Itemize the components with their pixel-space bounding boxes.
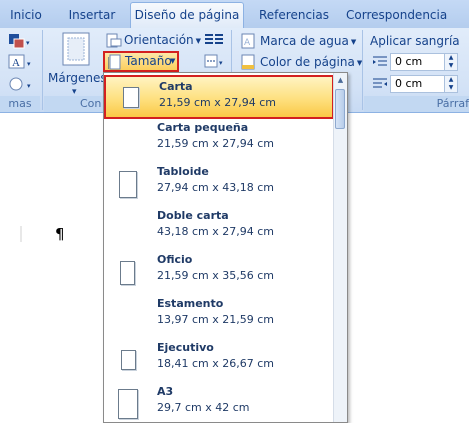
- scroll-up-icon[interactable]: ▲: [335, 74, 346, 86]
- tab-inicio[interactable]: Inicio: [6, 5, 46, 25]
- size-option-name: Oficio: [157, 253, 193, 266]
- group-label-parrafo: Párraf: [364, 96, 469, 112]
- size-option-oficio[interactable]: Oficio 21,59 cm x 35,56 cm: [104, 251, 334, 295]
- indent-right-value: 0 cm: [395, 77, 423, 90]
- group-separator: [362, 30, 363, 110]
- size-option-name: A3: [157, 385, 174, 398]
- page-size-dropdown: Carta 21,59 cm x 27,94 cm Carta pequeña …: [103, 72, 348, 423]
- size-option-dimensions: 27,94 cm x 43,18 cm: [157, 181, 275, 194]
- size-option-dimensions: 21,59 cm x 35,56 cm: [157, 269, 275, 282]
- orientation-button[interactable]: Orientación ▼: [124, 30, 201, 50]
- indent-left-spinner[interactable]: ▲ ▼: [444, 54, 457, 70]
- theme-effects-icon[interactable]: ▾: [8, 76, 34, 95]
- size-option-dimensions: 18,41 cm x 26,67 cm: [157, 357, 275, 370]
- tab-correspondencia[interactable]: Correspondencia: [346, 5, 447, 25]
- dropdown-scrollbar[interactable]: ▲: [333, 73, 347, 422]
- paragraph-mark: ¶: [55, 225, 65, 243]
- svg-text:A: A: [12, 57, 20, 69]
- page-thumbnail-icon: [120, 261, 135, 285]
- svg-text:▾: ▾: [26, 39, 30, 47]
- indent-right-icon: [372, 77, 388, 94]
- theme-colors-icon[interactable]: ▾: [8, 33, 30, 52]
- size-option-doble-carta[interactable]: Doble carta 43,18 cm x 27,94 cm: [104, 207, 334, 251]
- svg-text:▾: ▾: [219, 59, 223, 67]
- page-color-button[interactable]: Color de página ▼: [260, 52, 362, 72]
- tab-insertar[interactable]: Insertar: [62, 5, 122, 25]
- page-color-icon: [240, 54, 256, 73]
- scrollbar-thumb[interactable]: [335, 89, 345, 129]
- tab-diseno-de-pagina[interactable]: Diseño de página: [130, 2, 244, 29]
- tab-referencias[interactable]: Referencias: [252, 5, 336, 25]
- margins-label: Márgenes: [48, 71, 107, 85]
- breaks-icon[interactable]: ▾: [204, 54, 226, 71]
- indent-left-input[interactable]: 0 cm ▲ ▼: [390, 53, 458, 71]
- size-option-name: Tabloide: [157, 165, 209, 178]
- size-option-ejecutivo[interactable]: Ejecutivo 18,41 cm x 26,67 cm: [104, 339, 334, 383]
- size-option-dimensions: 21,59 cm x 27,94 cm: [159, 96, 277, 109]
- size-option-name: Ejecutivo: [157, 341, 214, 354]
- page-thumbnail-icon: [119, 171, 137, 198]
- watermark-button[interactable]: Marca de agua ▼: [260, 31, 356, 51]
- size-option-name: Carta: [159, 80, 193, 93]
- size-option-name: Estamento: [157, 297, 224, 310]
- indent-header: Aplicar sangría: [370, 31, 460, 51]
- watermark-icon: A: [240, 33, 256, 52]
- columns-icon[interactable]: [204, 33, 226, 50]
- size-option-dimensions: 43,18 cm x 27,94 cm: [157, 225, 275, 238]
- indent-right-input[interactable]: 0 cm ▲ ▼: [390, 75, 458, 93]
- indent-left-icon: [372, 55, 388, 72]
- size-option-dimensions: 29,7 cm x 42 cm: [157, 401, 250, 414]
- page-thumbnail-icon: [123, 87, 139, 108]
- margins-icon[interactable]: [60, 32, 92, 69]
- size-option-name: Doble carta: [157, 209, 229, 222]
- theme-fonts-icon[interactable]: A ▾: [8, 54, 34, 73]
- chevron-down-icon: ▼: [350, 37, 357, 46]
- indent-label: Aplicar sangría: [370, 34, 460, 48]
- size-option-dimensions: 21,59 cm x 27,94 cm: [157, 137, 275, 150]
- svg-text:▾: ▾: [27, 60, 31, 68]
- page-color-label: Color de página: [260, 55, 355, 69]
- orientation-icon: [106, 32, 122, 51]
- group-separator: [42, 30, 43, 110]
- ribbon-tab-bar: Inicio Insertar Diseño de página Referen…: [0, 0, 469, 29]
- page-thumbnail-icon: [121, 350, 136, 370]
- svg-text:▾: ▾: [27, 82, 31, 90]
- orientation-label: Orientación: [124, 33, 194, 47]
- watermark-label: Marca de agua: [260, 34, 349, 48]
- size-option-dimensions: 13,97 cm x 21,59 cm: [157, 313, 275, 326]
- chevron-down-icon: ▼: [195, 36, 202, 45]
- insertion-cursor: [20, 226, 32, 242]
- indent-right-spinner[interactable]: ▲ ▼: [444, 76, 457, 92]
- svg-text:A: A: [244, 38, 251, 48]
- page-thumbnail-icon: [118, 389, 138, 419]
- margins-button[interactable]: Márgenes: [48, 68, 107, 88]
- size-option-carta[interactable]: Carta 21,59 cm x 27,94 cm: [104, 75, 334, 119]
- indent-left-value: 0 cm: [395, 55, 423, 68]
- size-option-name: Carta pequeña: [157, 121, 249, 134]
- size-option-carta-pequena[interactable]: Carta pequeña 21,59 cm x 27,94 cm: [104, 119, 334, 163]
- size-label: Tamaño: [125, 54, 172, 68]
- chevron-down-icon: ▼: [170, 57, 176, 65]
- size-option-tabloide[interactable]: Tabloide 27,94 cm x 43,18 cm: [104, 163, 334, 207]
- size-option-estamento[interactable]: Estamento 13,97 cm x 21,59 cm: [104, 295, 334, 339]
- size-option-a3[interactable]: A3 29,7 cm x 42 cm: [104, 383, 334, 422]
- group-label-temas: mas: [0, 96, 40, 112]
- size-button[interactable]: Tamaño ▼: [103, 51, 179, 72]
